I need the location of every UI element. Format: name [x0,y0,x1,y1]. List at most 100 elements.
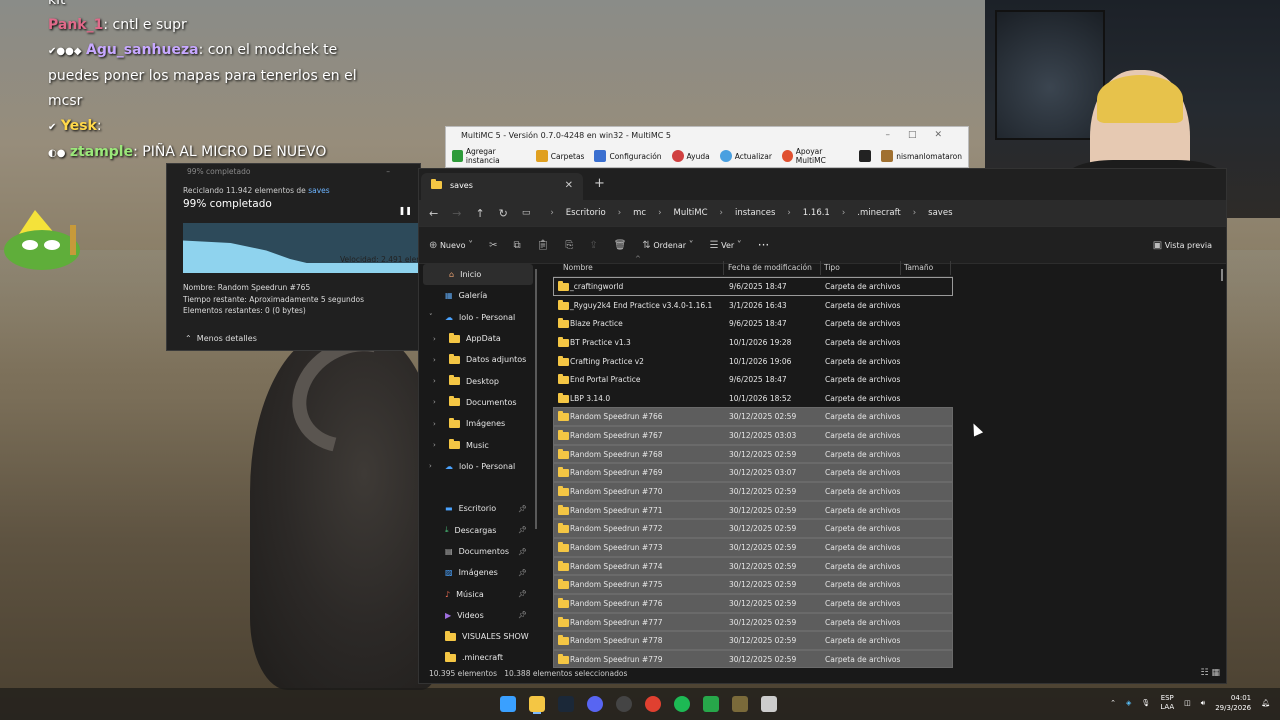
pause-icon[interactable]: ❚❚ [399,206,412,215]
file-row[interactable]: Random Speedrun #775 30/12/2025 02:59 Carp… [553,575,953,594]
chevron-up-icon[interactable]: ⌃ [1110,699,1116,707]
wifi-icon[interactable]: ◫ [1184,699,1191,707]
chevron-right-icon[interactable]: › [433,398,443,406]
file-row[interactable]: Random Speedrun #774 30/12/2025 02:59 Carp… [553,556,953,576]
breadcrumb-item[interactable]: mc [633,208,646,218]
chevron-right-icon[interactable]: › [433,420,443,428]
clock[interactable]: 04:01 29/3/2026 [1215,693,1251,713]
tiles-view-icon[interactable]: ▦ [1211,668,1220,678]
pin-icon[interactable]: 📌︎ [518,505,527,513]
file-row[interactable]: Random Speedrun #777 30/12/2025 02:59 Carp… [553,612,953,632]
notification-icon[interactable]: 🔔︎ [1261,699,1270,707]
column-name[interactable]: Nombre [563,263,593,272]
column-divider[interactable] [820,261,821,275]
rename-icon[interactable]: ⎘ [565,240,573,251]
breadcrumb-item[interactable]: 1.16.1 [803,208,830,218]
up-icon[interactable]: ↑ [475,207,484,220]
chrome-icon[interactable] [645,696,661,712]
pin-icon[interactable]: 📌︎ [518,548,527,556]
less-details-button[interactable]: ⌃ Menos detalles [185,334,257,343]
file-row[interactable]: Random Speedrun #767 30/12/2025 03:03 Carp… [553,426,953,445]
column-divider[interactable] [723,261,724,275]
pin-icon[interactable]: 📌︎ [518,526,527,534]
column-type[interactable]: Tipo [824,263,840,272]
settings-button[interactable]: Configuración [594,150,662,162]
nav-item-music[interactable]: › Music [419,434,537,455]
multimc-icon[interactable] [732,696,748,712]
minimize-button[interactable]: – [386,164,390,180]
file-row[interactable]: Random Speedrun #776 30/12/2025 02:59 Carp… [553,593,953,613]
nav-item-visuales-show[interactable]: VISUALES SHOW [419,626,537,647]
paste-icon[interactable]: 📋︎ [537,240,550,251]
file-row[interactable]: Random Speedrun #769 30/12/2025 03:07 Carp… [553,463,953,483]
nav-scrollbar[interactable] [535,269,537,529]
refresh-icon[interactable]: ↻ [499,207,508,220]
folders-button[interactable]: Carpetas [535,150,584,162]
add-instance-button[interactable]: Agregar instancia [452,147,526,165]
tab-saves[interactable]: saves ✕ [421,173,583,200]
discord-icon[interactable] [587,696,603,712]
nav-item-downloads[interactable]: ⤓ Descargas 📌︎ [419,520,537,541]
details-view-icon[interactable]: ☷ [1201,668,1209,678]
file-explorer-icon[interactable] [529,696,545,712]
minecraft-launcher-icon[interactable] [703,696,719,712]
account-button[interactable] [859,150,872,162]
nav-item-desktop[interactable]: › Desktop [419,370,537,391]
new-tab-icon[interactable]: + [594,176,605,191]
nav-item-musica[interactable]: ♪ Música 📌︎ [419,583,537,604]
nav-item-onedrive-2[interactable]: › ☁ lolo - Personal [419,456,537,477]
nav-item-imagenes[interactable]: ▨ Imágenes 📌︎ [419,562,537,583]
breadcrumb-item[interactable]: Escritorio [566,208,606,218]
breadcrumb-item[interactable]: .minecraft [857,208,901,218]
sort-button[interactable]: ⇅ Ordenar ˅ [642,240,693,251]
microphone-icon[interactable]: 🎙︎ [1141,699,1150,707]
close-tab-icon[interactable]: ✕ [565,180,573,191]
more-options-button[interactable]: ··· [758,238,769,252]
support-button[interactable]: Apoyar MultiMC [781,147,849,165]
file-row[interactable]: Random Speedrun #772 30/12/2025 02:59 Carp… [553,519,953,538]
obs-icon[interactable] [616,696,632,712]
nav-item-gallery[interactable]: ▦ Galería [419,285,537,306]
steam-icon[interactable] [558,696,574,712]
preview-pane-button[interactable]: ▣ Vista previa [1153,240,1212,251]
breadcrumb-item[interactable]: instances [735,208,775,218]
nav-item-appdata[interactable]: › AppData [419,328,537,349]
pin-icon[interactable]: 📌︎ [518,590,527,598]
breadcrumb-item[interactable]: MultiMC [674,208,708,218]
new-button[interactable]: ⊕ Nuevo ˅ [429,240,473,251]
breadcrumb-item[interactable]: saves [928,208,952,218]
update-button[interactable]: Actualizar [719,150,772,162]
chevron-right-icon[interactable]: › [433,356,443,364]
spotify-icon[interactable] [674,696,690,712]
nav-item-home[interactable]: ⌂ Inicio [423,264,533,286]
file-row[interactable]: Random Speedrun #771 30/12/2025 02:59 Carp… [553,500,953,520]
file-row[interactable]: Blaze Practice 9/6/2025 18:47 Carpeta de a… [553,314,953,333]
nav-item-videos[interactable]: ▶ Videos 📌︎ [419,605,537,626]
language-indicator[interactable]: ESP LAA [1160,694,1174,712]
column-divider[interactable] [900,261,901,275]
chevron-right-icon[interactable]: › [433,335,443,343]
column-date[interactable]: Fecha de modificación [728,263,812,272]
chevron-right-icon[interactable]: › [433,441,443,449]
pin-icon[interactable]: 📌︎ [518,569,527,577]
profile-button[interactable]: nismanlomataron [881,150,962,162]
chevron-right-icon[interactable]: › [433,377,443,385]
monitor-icon[interactable]: ▭ [522,208,531,218]
column-divider[interactable] [950,261,951,275]
file-row[interactable]: End Portal Practice 9/6/2025 18:47 Carpeta… [553,370,953,389]
target-folder-link[interactable]: saves [308,186,329,195]
file-row[interactable]: Crafting Practice v2 10/1/2026 19:06 Carpe… [553,352,953,371]
nav-item-documents[interactable]: › Documentos [419,392,537,413]
file-row[interactable]: Random Speedrun #778 30/12/2025 02:59 Carp… [553,631,953,650]
back-icon[interactable]: ← [429,207,438,220]
file-row[interactable]: LBP 3.14.0 10/1/2026 18:52 Carpeta de arch… [553,389,953,408]
nav-item-attachments[interactable]: › Datos adjuntos [419,349,537,370]
chevron-down-icon[interactable]: ˅ [429,313,439,321]
file-row[interactable]: _craftingworld 9/6/2025 18:47 Carpeta de a… [553,277,953,296]
file-row[interactable]: Random Speedrun #773 30/12/2025 02:59 Carp… [553,537,953,557]
file-row[interactable]: _Ryguy2k4 End Practice v3.4.0-1.16.1 3/1/… [553,296,953,315]
file-row[interactable]: Random Speedrun #770 30/12/2025 02:59 Carp… [553,482,953,501]
share-icon[interactable]: ⇪ [589,240,597,251]
file-row[interactable]: Random Speedrun #766 30/12/2025 02:59 Carp… [553,407,953,427]
window-controls[interactable]: –□✕ [885,127,960,144]
